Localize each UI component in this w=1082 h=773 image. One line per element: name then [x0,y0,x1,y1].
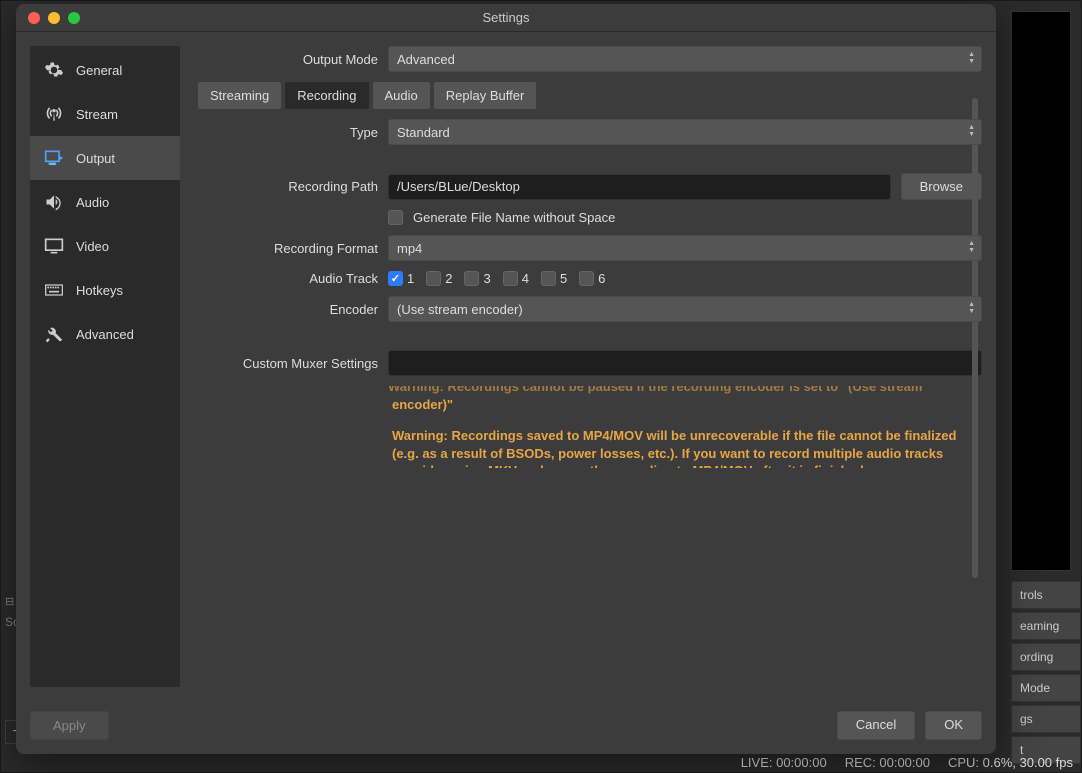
tab-audio[interactable]: Audio [373,82,430,109]
encoder-label: Encoder [198,302,378,317]
bg-control-item: ording [1011,643,1081,671]
apply-button[interactable]: Apply [30,711,109,740]
sidebar-item-output[interactable]: Output [30,136,180,180]
recording-format-label: Recording Format [198,241,378,256]
track-6-checkbox[interactable] [579,271,594,286]
gen-filename-label: Generate File Name without Space [413,210,615,225]
sidebar-item-stream[interactable]: Stream [30,92,180,136]
bg-control-item: trols [1011,581,1081,609]
track-4-checkbox[interactable] [503,271,518,286]
type-select[interactable]: Standard ▲▼ [388,119,982,145]
ok-button[interactable]: OK [925,711,982,740]
track-label: 2 [445,271,452,286]
gen-filename-checkbox[interactable] [388,210,403,225]
output-tabs: Streaming Recording Audio Replay Buffer [198,82,982,109]
bg-controls-panel: trols eaming ording Mode gs t [1011,581,1081,764]
track-label: 1 [407,271,414,286]
monitor-icon [42,236,66,256]
speaker-icon [42,192,66,212]
output-mode-select[interactable]: Advanced ▲▼ [388,46,982,72]
bg-control-item: Mode [1011,674,1081,702]
settings-dialog: Settings General Stream Output Audio Vid [16,4,996,754]
track-2-checkbox[interactable] [426,271,441,286]
close-icon[interactable] [28,12,40,24]
warning-2: Warning: Recordings saved to MP4/MOV wil… [388,427,982,468]
tab-replay-buffer[interactable]: Replay Buffer [434,82,537,109]
bg-control-item: eaming [1011,612,1081,640]
warning-1b: encoder)" [388,396,982,414]
output-mode-label: Output Mode [198,52,378,67]
bg-status-bar: LIVE: 00:00:00 REC: 00:00:00 CPU: 0.6%, … [741,755,1073,770]
chevron-updown-icon: ▲▼ [968,124,975,138]
track-label: 5 [560,271,567,286]
minimize-icon[interactable] [48,12,60,24]
bg-control-item: gs [1011,705,1081,733]
audio-track-group: 1 2 3 4 5 6 [388,271,605,286]
sidebar-item-label: Hotkeys [76,283,123,298]
recording-format-value: mp4 [397,241,422,256]
track-label: 3 [483,271,490,286]
encoder-select[interactable]: (Use stream encoder) ▲▼ [388,296,982,322]
gear-icon [42,60,66,80]
status-rec: REC: 00:00:00 [845,755,930,770]
antenna-icon [42,104,66,124]
browse-button[interactable]: Browse [901,173,982,200]
muxer-label: Custom Muxer Settings [198,356,378,371]
status-cpu: CPU: 0.6%, 30.00 fps [948,755,1073,770]
output-icon [42,148,66,168]
chevron-updown-icon: ▲▼ [968,240,975,254]
scrollbar[interactable] [972,98,978,578]
warning-area: Warning: Recordings cannot be paused if … [388,386,982,468]
sidebar-item-label: General [76,63,122,78]
chevron-updown-icon: ▲▼ [968,51,975,65]
tab-recording[interactable]: Recording [285,82,368,109]
recording-format-select[interactable]: mp4 ▲▼ [388,235,982,261]
track-label: 6 [598,271,605,286]
type-value: Standard [397,125,450,140]
status-live: LIVE: 00:00:00 [741,755,827,770]
sidebar-item-label: Stream [76,107,118,122]
chevron-updown-icon: ▲▼ [968,301,975,315]
sidebar-item-video[interactable]: Video [30,224,180,268]
audio-track-label: Audio Track [198,271,378,286]
keyboard-icon [42,280,66,300]
warning-1a: Warning: Recordings cannot be paused if … [388,386,982,396]
encoder-value: (Use stream encoder) [397,302,523,317]
tab-streaming[interactable]: Streaming [198,82,281,109]
cancel-button[interactable]: Cancel [837,711,915,740]
track-3-checkbox[interactable] [464,271,479,286]
dialog-footer: Apply Cancel OK [16,701,996,754]
recording-path-label: Recording Path [198,179,378,194]
recording-path-value: /Users/BLue/Desktop [397,179,520,194]
sidebar-item-label: Audio [76,195,109,210]
bg-dock-icon: ⊟ [5,595,14,608]
sidebar-item-advanced[interactable]: Advanced [30,312,180,356]
output-mode-value: Advanced [397,52,455,67]
maximize-icon[interactable] [68,12,80,24]
settings-content: Output Mode Advanced ▲▼ Streaming Record… [198,46,982,687]
sidebar-item-label: Video [76,239,109,254]
sidebar-item-hotkeys[interactable]: Hotkeys [30,268,180,312]
track-5-checkbox[interactable] [541,271,556,286]
titlebar: Settings [16,4,996,32]
tools-icon [42,324,66,344]
sidebar-item-general[interactable]: General [30,48,180,92]
sidebar-item-audio[interactable]: Audio [30,180,180,224]
bg-preview-area [1011,11,1071,571]
settings-sidebar: General Stream Output Audio Video Hotkey… [30,46,180,687]
type-label: Type [198,125,378,140]
traffic-lights [16,12,80,24]
track-label: 4 [522,271,529,286]
window-title: Settings [16,10,996,25]
muxer-input[interactable] [388,350,982,376]
track-1-checkbox[interactable] [388,271,403,286]
sidebar-item-label: Advanced [76,327,134,342]
sidebar-item-label: Output [76,151,115,166]
recording-path-input[interactable]: /Users/BLue/Desktop [388,174,891,200]
